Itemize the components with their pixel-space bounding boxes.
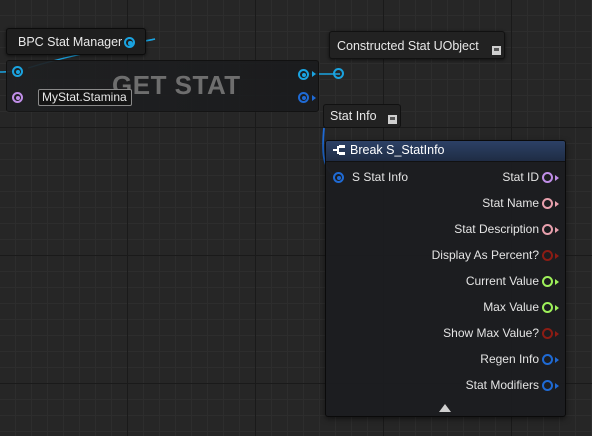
output-pin-label: Display As Percent? bbox=[431, 248, 539, 262]
output-pin-label: Show Max Value? bbox=[443, 326, 539, 340]
break-node-title: Break S_StatInfo bbox=[350, 143, 445, 157]
output-pin[interactable] bbox=[542, 354, 553, 365]
break-struct-icon bbox=[333, 145, 345, 155]
output-pin[interactable] bbox=[542, 328, 553, 339]
network-icon bbox=[492, 46, 501, 55]
network-icon bbox=[388, 115, 397, 124]
output-pin-label: Current Value bbox=[465, 274, 539, 288]
stat-info-exec-arrow bbox=[312, 95, 316, 101]
stat-manager-output-pin[interactable] bbox=[124, 37, 135, 48]
output-pin-row[interactable]: Current Value bbox=[335, 271, 565, 291]
pin-dot bbox=[301, 72, 306, 77]
output-pin[interactable] bbox=[542, 380, 553, 391]
output-pin-row[interactable]: Stat Description bbox=[335, 219, 565, 239]
output-pin-row[interactable]: Stat Modifiers bbox=[335, 375, 565, 395]
output-pin[interactable] bbox=[542, 224, 553, 235]
output-pin-arrow bbox=[555, 331, 559, 337]
stat-info-output-pin[interactable] bbox=[298, 92, 309, 103]
output-pin-label: Max Value bbox=[483, 300, 539, 314]
target-input-pin[interactable] bbox=[12, 66, 23, 77]
output-pin-arrow bbox=[555, 253, 559, 259]
pin-dot bbox=[15, 69, 20, 74]
return-value-pin[interactable] bbox=[298, 69, 309, 80]
pin-dot bbox=[301, 95, 306, 100]
output-pin-arrow bbox=[555, 305, 559, 311]
output-pin-label: Stat Name bbox=[482, 196, 539, 210]
return-exec-arrow bbox=[312, 71, 316, 77]
output-pin-label: Stat Modifiers bbox=[465, 378, 539, 392]
output-pin-arrow bbox=[555, 383, 559, 389]
output-pin-arrow bbox=[555, 175, 559, 181]
collapse-pins-arrow-icon[interactable] bbox=[439, 404, 451, 412]
pin-dot bbox=[127, 40, 132, 45]
output-pin-arrow bbox=[555, 201, 559, 207]
output-pin-arrow bbox=[555, 227, 559, 233]
stat-info-node[interactable]: Stat Info bbox=[323, 104, 401, 128]
output-pin-row[interactable]: Regen Info bbox=[335, 349, 565, 369]
output-pin-row[interactable]: Stat ID bbox=[335, 167, 565, 187]
output-pin-row[interactable]: Display As Percent? bbox=[335, 245, 565, 265]
output-pin-arrow bbox=[555, 357, 559, 363]
output-pin[interactable] bbox=[542, 198, 553, 209]
constructed-stat-label: Constructed Stat UObject bbox=[337, 39, 479, 53]
output-pin-row[interactable]: Stat Name bbox=[335, 193, 565, 213]
output-pin-label: Stat Description bbox=[454, 222, 539, 236]
output-pin[interactable] bbox=[542, 172, 553, 183]
output-pin-arrow bbox=[555, 279, 559, 285]
stat-tag-input[interactable]: MyStat.Stamina bbox=[38, 89, 132, 106]
constructed-stat-node[interactable]: Constructed Stat UObject bbox=[329, 31, 505, 59]
output-pin-row[interactable]: Max Value bbox=[335, 297, 565, 317]
break-stat-info-node[interactable]: Break S_StatInfo S Stat Info Stat ID Stat… bbox=[325, 140, 566, 417]
output-pin-row[interactable]: Show Max Value? bbox=[335, 323, 565, 343]
break-node-header[interactable]: Break S_StatInfo bbox=[326, 141, 565, 162]
output-pin-label: Stat ID bbox=[502, 170, 539, 184]
stat-manager-node[interactable]: BPC Stat Manager .var-node .pin.filled::… bbox=[6, 28, 146, 55]
constructed-stat-input-pin[interactable] bbox=[333, 68, 344, 79]
stat-tag-input-pin[interactable] bbox=[12, 92, 23, 103]
output-pin-label: Regen Info bbox=[480, 352, 539, 366]
pin-dot bbox=[15, 95, 20, 100]
output-pin[interactable] bbox=[542, 302, 553, 313]
stat-manager-label: BPC Stat Manager bbox=[18, 35, 123, 49]
output-pin[interactable] bbox=[542, 250, 553, 261]
output-pin[interactable] bbox=[542, 276, 553, 287]
stat-info-label: Stat Info bbox=[330, 109, 377, 123]
